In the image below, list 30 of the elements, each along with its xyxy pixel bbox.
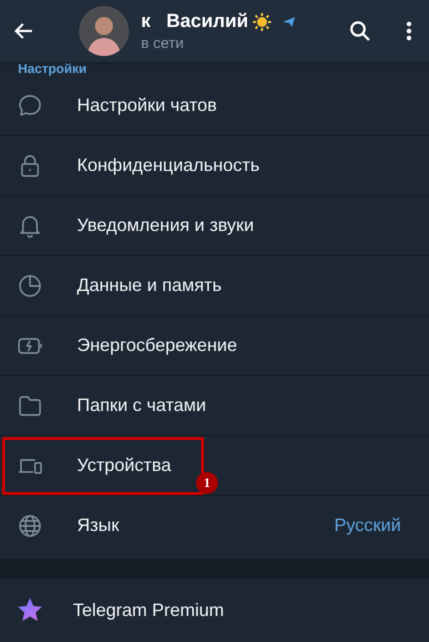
item-label: Язык [77,515,120,536]
item-label: Папки с чатами [77,395,208,416]
settings-item[interactable]: Настройки чатов [0,76,429,136]
globe-icon [17,512,43,538]
chat-bubble-icon [17,92,43,118]
contact-name: к Василий [141,10,248,32]
item-label: Конфиденциальность [77,155,261,176]
item-label: Устройства [77,455,172,476]
search-icon[interactable] [348,19,372,43]
step-badge: 1 [196,472,218,494]
avatar[interactable] [79,6,129,56]
item-label: Энергосбережение [77,335,238,356]
pie-chart-icon [17,272,43,298]
item-label: Настройки чатов [77,95,218,116]
premium-label[interactable]: Telegram Premium [73,600,224,620]
more-icon[interactable] [406,19,412,43]
online-status: в сети [141,34,185,52]
sun-icon [252,12,272,32]
settings-item[interactable]: Устройства 1 [0,436,429,496]
settings-item[interactable]: Энергосбережение [0,316,429,376]
item-label: Уведомления и звуки [77,215,255,236]
item-label: Данные и память [77,275,223,296]
settings-item[interactable]: Данные и память [0,256,429,316]
section-title: Настройки [17,62,88,76]
settings-item[interactable]: Уведомления и звуки [0,196,429,256]
send-icon [282,16,296,28]
item-value: Русский [334,515,401,536]
settings-item[interactable]: Папки с чатами [0,376,429,436]
settings-item[interactable]: Язык Русский [0,496,429,555]
settings-item[interactable]: Конфиденциальность [0,136,429,196]
